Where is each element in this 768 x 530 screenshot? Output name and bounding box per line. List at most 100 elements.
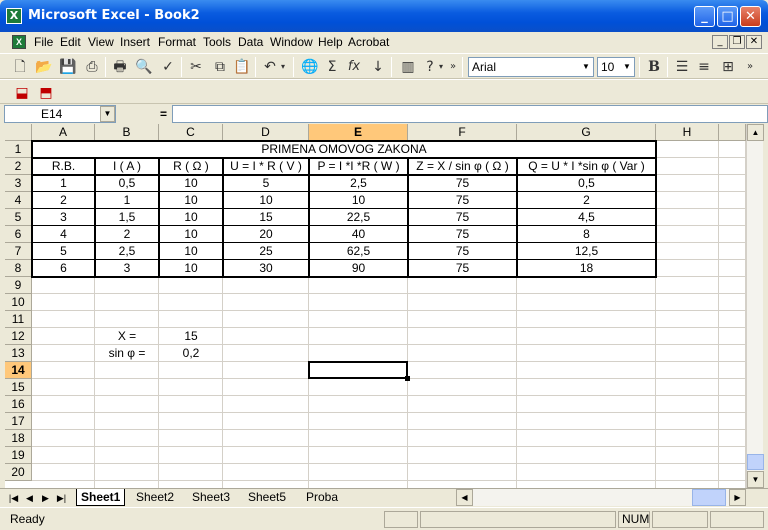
toolbar-options-icon[interactable]: » [447, 57, 459, 77]
row-header-6[interactable]: 6 [5, 226, 32, 243]
excel-app-icon[interactable]: X [6, 8, 22, 24]
sheet-tab-sheet2[interactable]: Sheet2 [132, 489, 178, 506]
column-header-g[interactable]: G [517, 124, 656, 141]
row-header-16[interactable]: 16 [5, 396, 32, 413]
merge-center-icon[interactable]: ⊞ [718, 57, 738, 77]
chevron-down-icon[interactable]: ▼ [100, 106, 115, 122]
workbook-icon[interactable]: X [12, 35, 26, 49]
hyperlink-icon[interactable]: 🌐 [300, 57, 320, 77]
previous-sheet-icon[interactable]: ◀ [22, 491, 37, 505]
scroll-right-icon[interactable]: ▶ [729, 489, 746, 506]
minimize-button[interactable]: _ [694, 6, 715, 27]
data-cell[interactable]: 0,5 [517, 175, 656, 192]
row-header-1[interactable]: 1 [5, 141, 32, 158]
header-cell[interactable]: R ( Ω ) [159, 158, 223, 175]
scroll-up-icon[interactable]: ▲ [747, 124, 764, 141]
data-cell[interactable]: 30 [223, 260, 309, 277]
data-cell[interactable]: 1 [95, 192, 159, 209]
autosum-icon[interactable]: Σ [322, 57, 342, 77]
data-cell[interactable]: 25 [223, 243, 309, 260]
row-header-10[interactable]: 10 [5, 294, 32, 311]
data-cell[interactable]: 2,5 [95, 243, 159, 260]
menu-window[interactable]: Window [270, 35, 313, 49]
row-header-4[interactable]: 4 [5, 192, 32, 209]
data-cell[interactable]: 2 [32, 192, 95, 209]
row-header-20[interactable]: 20 [5, 464, 32, 481]
align-center-icon[interactable]: ≡ [694, 57, 714, 77]
row-header-19[interactable]: 19 [5, 447, 32, 464]
scroll-down-icon[interactable]: ▼ [747, 471, 764, 488]
data-cell[interactable]: 10 [309, 192, 408, 209]
row-header-13[interactable]: 13 [5, 345, 32, 362]
next-sheet-icon[interactable]: ▶ [38, 491, 53, 505]
convert-and-email-pdf-icon[interactable]: ⬒ [36, 83, 56, 103]
copy-icon[interactable]: ⧉ [210, 57, 230, 77]
new-icon[interactable]: 🗋 [10, 57, 30, 77]
help-dropdown-icon[interactable]: ▾ [436, 57, 446, 77]
data-cell[interactable]: 2 [517, 192, 656, 209]
data-cell[interactable]: 1,5 [95, 209, 159, 226]
row-header-17[interactable]: 17 [5, 413, 32, 430]
convert-to-pdf-icon[interactable]: ⬓ [12, 83, 32, 103]
doc-restore-button[interactable]: ❐ [729, 35, 745, 49]
header-cell[interactable]: P = I *I *R ( W ) [309, 158, 408, 175]
undo-dropdown-icon[interactable]: ▾ [278, 57, 288, 77]
menu-edit[interactable]: Edit [60, 35, 81, 49]
first-sheet-icon[interactable]: |◀ [6, 491, 21, 505]
column-header-a[interactable]: A [32, 124, 95, 141]
data-cell[interactable]: 10 [159, 243, 223, 260]
title-bar[interactable]: X Microsoft Excel - Book2 _ □ ✕ [0, 0, 768, 32]
data-cell[interactable]: 62,5 [309, 243, 408, 260]
data-cell[interactable]: 8 [517, 226, 656, 243]
menu-tools[interactable]: Tools [203, 35, 231, 49]
row-header-8[interactable]: 8 [5, 260, 32, 277]
data-cell[interactable]: 4,5 [517, 209, 656, 226]
horizontal-scrollbar[interactable]: ◀ ▶ [456, 489, 746, 506]
row-header-9[interactable]: 9 [5, 277, 32, 294]
row-header-2[interactable]: 2 [5, 158, 32, 175]
column-header-h[interactable]: H [656, 124, 719, 141]
data-cell[interactable]: 75 [408, 175, 517, 192]
data-cell[interactable]: 75 [408, 243, 517, 260]
data-cell[interactable]: 5 [223, 175, 309, 192]
row-header-15[interactable]: 15 [5, 379, 32, 396]
maximize-button[interactable]: □ [717, 6, 738, 27]
horizontal-scroll-thumb[interactable] [692, 489, 726, 506]
doc-minimize-button[interactable]: _ [712, 35, 728, 49]
vertical-scrollbar[interactable]: ▲ ▼ [746, 124, 764, 488]
sheet-tab-sheet5[interactable]: Sheet5 [244, 489, 290, 506]
data-cell[interactable]: 10 [159, 260, 223, 277]
sheet-tab-proba[interactable]: Proba [302, 489, 342, 506]
data-cell[interactable]: 3 [95, 260, 159, 277]
data-cell[interactable]: 15 [223, 209, 309, 226]
spelling-icon[interactable]: ✓ [158, 57, 178, 77]
sheet-tab-sheet1[interactable]: Sheet1 [76, 489, 126, 506]
vertical-scroll-thumb[interactable] [747, 454, 764, 470]
align-left-icon[interactable]: ☰ [672, 57, 692, 77]
font-name-combo[interactable]: Arial ▼ [468, 57, 594, 77]
data-cell[interactable]: 0,5 [95, 175, 159, 192]
data-cell[interactable]: 10 [159, 175, 223, 192]
data-cell[interactable]: 4 [32, 226, 95, 243]
menu-acrobat[interactable]: Acrobat [348, 35, 389, 49]
menu-file[interactable]: File [34, 35, 53, 49]
chevron-down-icon[interactable]: ▼ [579, 58, 593, 76]
data-cell[interactable]: 18 [517, 260, 656, 277]
menu-insert[interactable]: Insert [120, 35, 150, 49]
column-header-b[interactable]: B [95, 124, 159, 141]
data-cell[interactable]: 6 [32, 260, 95, 277]
column-header-f[interactable]: F [408, 124, 517, 141]
data-cell[interactable]: 10 [159, 192, 223, 209]
data-cell[interactable]: 10 [159, 209, 223, 226]
scroll-left-icon[interactable]: ◀ [456, 489, 473, 506]
print-icon[interactable]: 🖶 [110, 57, 130, 77]
close-button[interactable]: ✕ [740, 6, 761, 27]
bold-icon[interactable]: B [644, 57, 664, 77]
open-icon[interactable]: 📂 [34, 57, 54, 77]
row-header-11[interactable]: 11 [5, 311, 32, 328]
font-size-combo[interactable]: 10 ▼ [597, 57, 635, 77]
cut-icon[interactable]: ✂ [186, 57, 206, 77]
sheet-tab-sheet3[interactable]: Sheet3 [188, 489, 234, 506]
chevron-down-icon[interactable]: ▼ [620, 58, 634, 76]
function-icon[interactable]: fx [344, 57, 364, 77]
